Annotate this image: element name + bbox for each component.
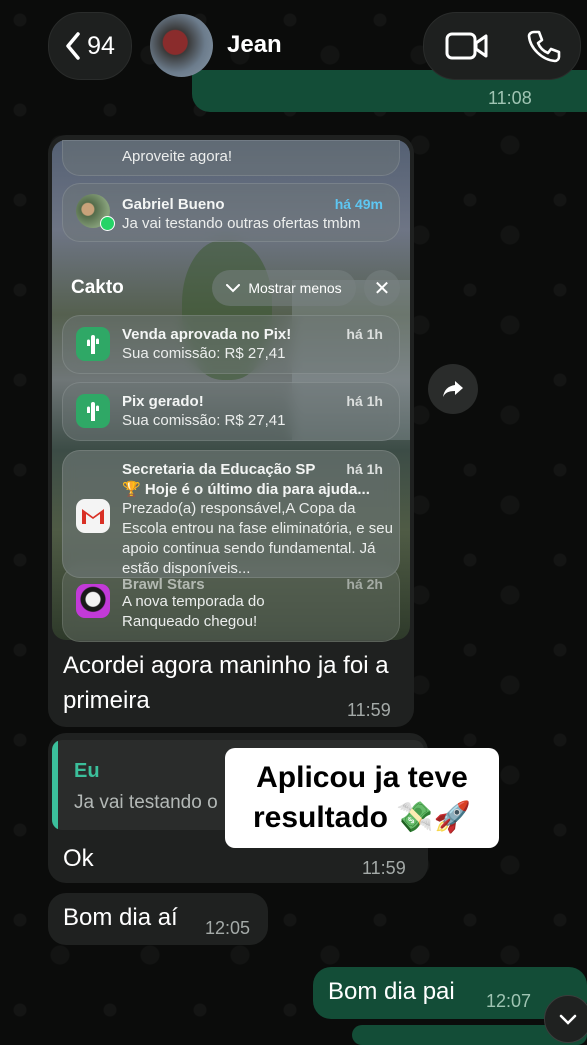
notification-body: Aproveite agora! — [122, 148, 233, 165]
notification-subtitle: 🏆 Hoje é o último dia para ajuda... — [122, 481, 370, 498]
quote-bar — [52, 740, 58, 830]
message-text: Bom dia pai — [328, 978, 455, 1005]
message-text: Bom dia aí — [63, 904, 178, 931]
notification-time: há 1h — [346, 461, 383, 477]
notification-body: Ja vai testando outras ofertas tmbm — [122, 215, 361, 232]
notification-partial: Aproveite agora! — [62, 140, 400, 176]
close-icon: ✕ — [364, 270, 400, 306]
notification-body: Sua comissão: R$ 27,41 — [122, 412, 286, 429]
cactus-icon — [76, 394, 110, 428]
notification-body: Sua comissão: R$ 27,41 — [122, 345, 286, 362]
message-text: Ok — [63, 845, 94, 872]
notification-body: A nova temporada do Ranqueado chegou! — [122, 593, 265, 630]
quote-author: Eu — [74, 760, 100, 782]
chevron-down-icon — [226, 283, 241, 292]
whatsapp-icon — [100, 216, 115, 231]
cactus-icon — [76, 327, 110, 361]
forward-button[interactable] — [428, 364, 478, 414]
show-less-label: Mostrar menos — [248, 280, 342, 296]
video-call-icon[interactable] — [445, 32, 489, 60]
sticker-line-2: resultado 💸🚀 — [252, 801, 472, 834]
notification-group-label: Cakto — [71, 277, 124, 298]
phone-icon[interactable] — [527, 29, 561, 63]
notification-time: há 1h — [346, 326, 383, 342]
notification-gmail: Secretaria da Educação SP há 1h 🏆 Hoje é… — [62, 450, 400, 578]
forward-icon — [443, 381, 463, 397]
notification-title: Secretaria da Educação SP — [122, 461, 316, 478]
notification-cakto: Pix gerado! há 1h Sua comissão: R$ 27,41 — [62, 382, 400, 441]
scroll-down-button[interactable] — [544, 995, 587, 1043]
message-time: 12:05 — [205, 918, 251, 938]
back-button[interactable]: 94 — [48, 12, 132, 80]
notification-cakto: Venda aprovada no Pix! há 1h Sua comissã… — [62, 315, 400, 374]
call-actions — [423, 12, 581, 80]
show-less-button: Mostrar menos — [212, 270, 356, 306]
avatar[interactable] — [150, 14, 213, 77]
notification-time: há 1h — [346, 393, 383, 409]
chevron-down-icon — [559, 1014, 577, 1025]
brawl-stars-icon — [76, 584, 110, 618]
gmail-icon — [76, 499, 110, 533]
unread-count: 94 — [87, 31, 115, 60]
notification-time: há 49m — [334, 196, 383, 212]
chat-header: 94 Jean — [0, 0, 587, 92]
notification-body: Prezado(a) responsável,A Copa da Escola … — [122, 500, 393, 577]
message-time: 11:59 — [347, 700, 391, 720]
notification-title: Pix gerado! — [122, 393, 204, 410]
notification-title: Gabriel Bueno — [122, 196, 225, 213]
message-time: 11:59 — [362, 858, 406, 878]
message-time: 12:07 — [486, 991, 532, 1011]
sticker-line-1: Aplicou ja teve — [256, 761, 468, 794]
chevron-left-icon — [66, 32, 80, 60]
notification-whatsapp: Gabriel Bueno há 49m Ja vai testando out… — [62, 183, 400, 242]
notification-title: Venda aprovada no Pix! — [122, 326, 292, 343]
text-sticker: Aplicou ja teve resultado 💸🚀 — [225, 748, 499, 848]
contact-name[interactable]: Jean — [227, 31, 282, 59]
quote-text: Ja vai testando o — [74, 792, 218, 813]
